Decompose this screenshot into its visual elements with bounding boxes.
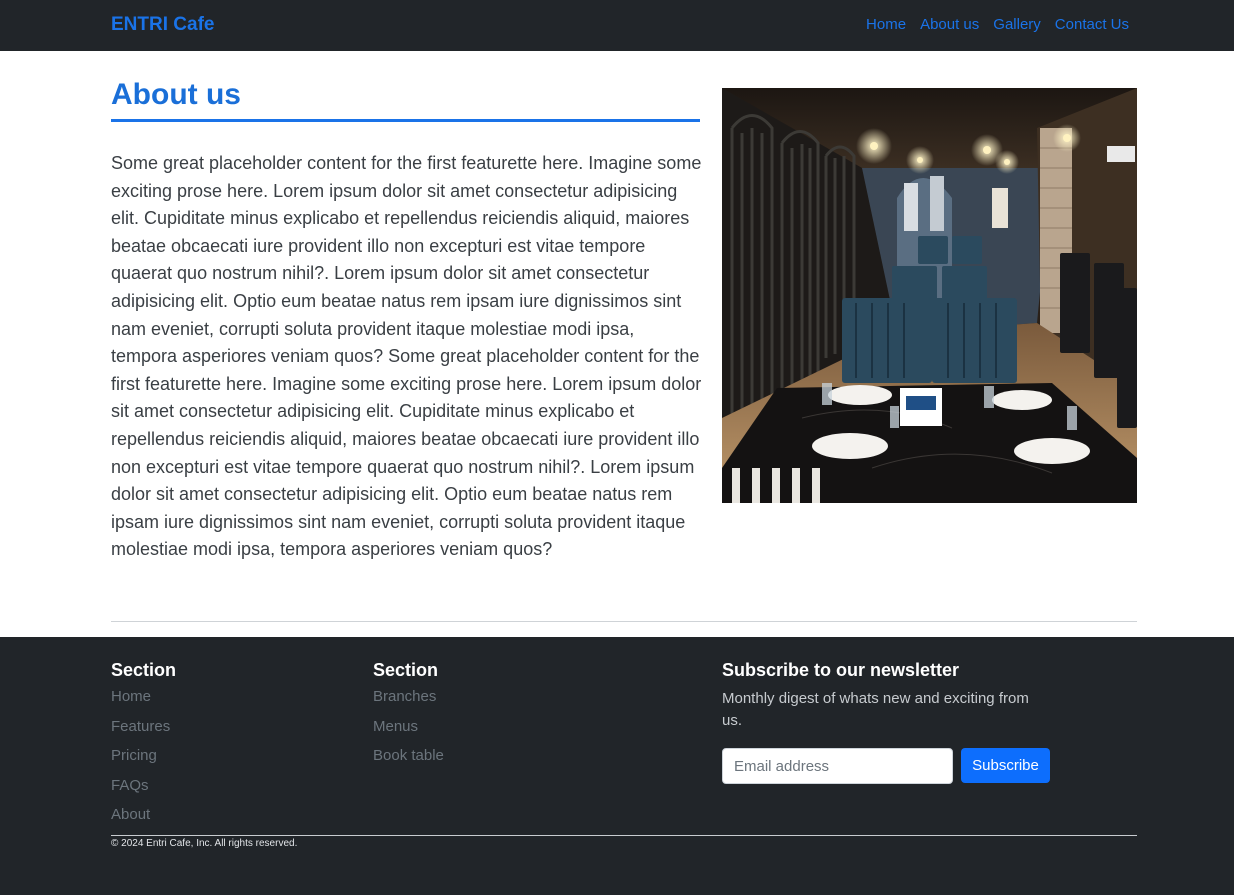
footer-section-2: Section Branches Menus Book table [373,660,444,777]
nav-links: Home About us Gallery Contact Us [866,16,1129,33]
brand-logo-link[interactable]: ENTRI Cafe [111,14,214,36]
list-item: Menus [373,718,444,748]
copyright-text: © 2024 Entri Cafe, Inc. All rights reser… [111,838,298,849]
newsletter-section: Subscribe to our newsletter Monthly dige… [722,660,1142,800]
about-paragraph: Some great placeholder content for the f… [111,153,702,560]
subscribe-form: Subscribe [722,748,1050,784]
nav-link-home[interactable]: Home [866,16,906,33]
nav-link-about[interactable]: About us [920,16,979,33]
footer-section-1-links: Home Features Pricing FAQs About [111,688,176,836]
footer-link-branches[interactable]: Branches [373,688,436,705]
site-footer: Section Home Features Pricing FAQs About… [0,637,1234,895]
list-item: Book table [373,747,444,777]
footer-section-1-title: Section [111,660,177,680]
newsletter-title: Subscribe to our newsletter [722,660,960,680]
content-divider [111,621,1137,622]
footer-section-2-title: Section [373,660,439,680]
list-item: About [111,806,176,836]
footer-section-2-links: Branches Menus Book table [373,688,444,777]
page-title: About us [111,78,241,111]
footer-section-1: Section Home Features Pricing FAQs About [111,660,176,836]
footer-link-pricing[interactable]: Pricing [111,747,157,764]
email-input[interactable] [722,748,953,784]
list-item: FAQs [111,777,176,807]
footer-divider [111,835,1137,836]
footer-link-faqs[interactable]: FAQs [111,777,149,794]
footer-link-home[interactable]: Home [111,688,151,705]
footer-link-book-table[interactable]: Book table [373,747,444,764]
title-underline [111,119,700,122]
subscribe-button[interactable]: Subscribe [961,748,1050,783]
list-item: Features [111,718,176,748]
footer-link-features[interactable]: Features [111,718,170,735]
newsletter-description: Monthly digest of whats new and exciting… [722,690,1029,729]
top-navbar: ENTRI Cafe Home About us Gallery Contact… [0,0,1234,51]
footer-link-menus[interactable]: Menus [373,718,418,735]
list-item: Home [111,688,176,718]
cafe-interior-illustration [722,88,1137,503]
footer-link-about[interactable]: About [111,806,150,823]
cafe-interior-photo [722,88,1137,503]
list-item: Branches [373,688,444,718]
list-item: Pricing [111,747,176,777]
nav-link-contact[interactable]: Contact Us [1055,16,1129,33]
nav-link-gallery[interactable]: Gallery [993,16,1041,33]
